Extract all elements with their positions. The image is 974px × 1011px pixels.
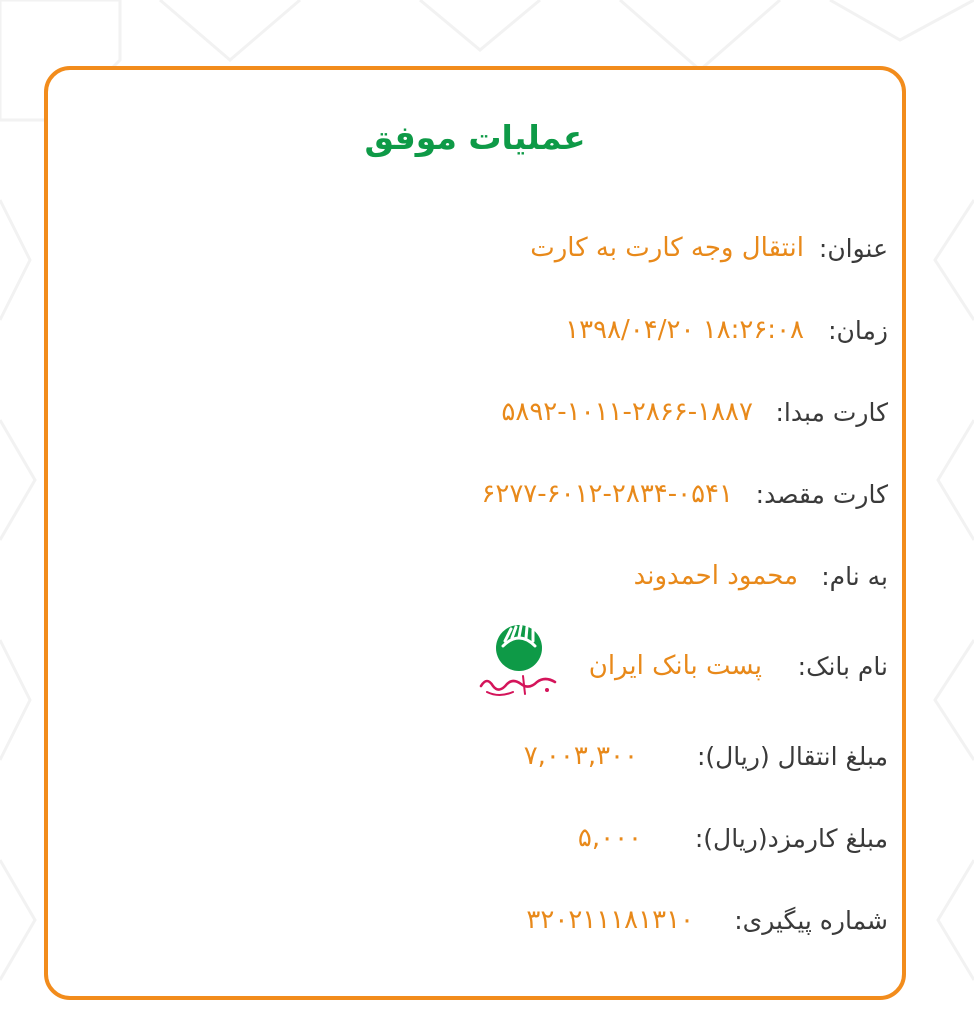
row-transfer-amount-label: مبلغ انتقال (ریال):: [696, 741, 888, 771]
row-recipient-name-label: به نام:: [821, 561, 888, 591]
row-bank-name-value: پست بانک ایران: [588, 651, 762, 681]
row-fee-amount-label: مبلغ کارمزد(ریال):: [694, 823, 888, 853]
row-destination-card-value: ۶۲۷۷-۶۰۱۲-۲۸۳۴-۰۵۴۱: [481, 479, 733, 509]
row-title-value: انتقال وجه کارت به کارت: [530, 233, 804, 263]
row-tracking-number: شماره پیگیری: ۳۲۰۲۱۱۱۸۱۳۱۰: [526, 890, 888, 950]
row-transfer-amount-value: ۷,۰۰۳,۳۰۰: [523, 741, 638, 771]
row-tracking-number-label: شماره پیگیری:: [734, 905, 888, 935]
row-time-value: ۱۸:۲۶:۰۸ ۱۳۹۸/۰۴/۲۰: [565, 315, 804, 345]
row-bank-name-label: نام بانک:: [797, 651, 888, 681]
row-recipient-name: به نام: محمود احمدوند: [634, 546, 888, 606]
row-source-card: کارت مبدا: ۵۸۹۲-۱۰۱۱-۲۸۶۶-۱۸۸۷: [501, 382, 888, 442]
post-bank-iran-logo: [477, 624, 561, 708]
row-source-card-value: ۵۸۹۲-۱۰۱۱-۲۸۶۶-۱۸۸۷: [501, 397, 753, 427]
row-fee-amount-value: ۵,۰۰۰: [577, 823, 642, 853]
row-destination-card-label: کارت مقصد:: [755, 479, 888, 509]
row-fee-amount: مبلغ کارمزد(ریال): ۵,۰۰۰: [578, 808, 888, 868]
bank-logo-icon: [479, 624, 557, 696]
row-destination-card: کارت مقصد: ۶۲۷۷-۶۰۱۲-۲۸۳۴-۰۵۴۱: [481, 464, 888, 524]
row-title: عنوان: انتقال وجه کارت به کارت: [530, 218, 888, 278]
row-recipient-name-value: محمود احمدوند: [633, 561, 798, 591]
receipt-card: عملیات موفق عنوان: انتقال وجه کارت به کا…: [44, 66, 906, 1000]
success-title: عملیات موفق: [364, 118, 586, 157]
row-time: زمان: ۱۸:۲۶:۰۸ ۱۳۹۸/۰۴/۲۰: [565, 300, 888, 360]
row-transfer-amount: مبلغ انتقال (ریال): ۷,۰۰۳,۳۰۰: [524, 726, 888, 786]
row-time-label: زمان:: [828, 315, 888, 345]
row-title-label: عنوان:: [818, 233, 888, 263]
row-tracking-number-value: ۳۲۰۲۱۱۱۸۱۳۱۰: [526, 905, 694, 935]
row-bank-name: نام بانک: پست بانک ایران: [477, 624, 888, 708]
row-source-card-label: کارت مبدا:: [775, 397, 889, 427]
